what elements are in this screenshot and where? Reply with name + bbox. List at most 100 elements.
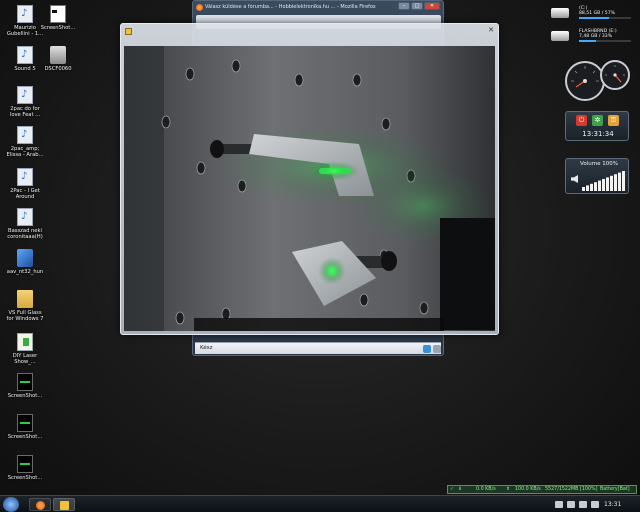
desktop-icon-label: DIY Laser Show_...	[12, 353, 38, 366]
close-button[interactable]: ✕	[424, 2, 440, 10]
clock-time: 13:31:34	[582, 130, 614, 138]
player-app-icon	[125, 28, 132, 35]
cpu-meter-gadget[interactable]	[563, 57, 633, 103]
icon-diy-laser-show[interactable]: DIY Laser Show_...	[3, 333, 47, 365]
laser-demo-video	[124, 46, 495, 331]
doc-file-icon	[17, 86, 33, 104]
maximize-button[interactable]: □	[411, 2, 423, 10]
desktop-icon-label: ScreenShot...	[7, 475, 43, 481]
lock-icon[interactable]: ⚿	[608, 115, 619, 126]
setup-file-icon	[17, 249, 33, 267]
resize-grip-icon[interactable]	[433, 345, 441, 353]
firefox-window-title: Válasz küldése a fórumba... - Hobbielekt…	[205, 4, 376, 10]
icon-screenshot-top[interactable]: ScreenShot...	[36, 5, 80, 31]
taskbar-clock[interactable]: 13:31	[604, 501, 621, 508]
desktop-icon-label: ScreenShot...	[7, 393, 43, 399]
status-text: Kész	[200, 345, 213, 351]
desktop-icon-label: aav_nt32_hun	[6, 269, 44, 275]
firefox-icon	[196, 4, 203, 11]
icon-dscf0060[interactable]: DSCF0060	[36, 46, 80, 72]
drive-usage-fill	[579, 17, 609, 19]
taskbar-media-player[interactable]	[53, 498, 75, 511]
tray-flag-icon[interactable]	[591, 501, 599, 508]
drive-usage-bar	[579, 17, 631, 19]
tray-arrow-icon[interactable]	[555, 501, 563, 508]
check-icon: ✓	[450, 487, 455, 492]
security-icon[interactable]	[423, 345, 431, 353]
flash-drive-icon	[551, 31, 569, 41]
volume-label: Volume 100%	[580, 161, 618, 167]
desktop-icon-label: 2pac do for love Feat ...	[9, 106, 41, 119]
drive-usage-bar	[579, 40, 631, 42]
icon-2pac-i-get-around[interactable]: 2Pac - I Get Around	[3, 168, 47, 200]
upload-speed: 100.0 KB/s	[515, 487, 541, 492]
drive-info: 88,51 GB / 57%	[579, 11, 616, 16]
volume-bar	[586, 185, 589, 191]
up-arrow-icon: ⬆	[506, 487, 511, 492]
desktop-icon-label: ScreenShot...	[7, 434, 43, 440]
shot-file-icon	[17, 414, 33, 432]
start-button[interactable]	[3, 497, 19, 512]
icon-screenshot-2[interactable]: ScreenShot...	[3, 414, 47, 440]
diy-file-icon	[17, 333, 33, 351]
download-speed: 0.0 KB/s	[476, 487, 496, 492]
gauge-icon	[565, 60, 630, 101]
desktop-icon-label: VS Full Glass for Windows 7	[6, 310, 44, 323]
network-meter-gadget[interactable]: ✓ ⬇ 0.0 KB/s ⬆ 100.0 KB/s 5527/1522MB [1…	[447, 485, 637, 494]
drive-gadget-e[interactable]: FLASHBRND (E:) 7,48 GB / 33%	[551, 29, 633, 43]
volume-bar	[594, 182, 597, 191]
volume-bar	[610, 175, 613, 191]
video-frame[interactable]	[124, 46, 495, 331]
desktop-icon-label: DSCF0060	[44, 66, 72, 72]
down-arrow-icon: ⬇	[458, 487, 463, 492]
doc-file-icon	[17, 208, 33, 226]
desktop-icon-label: 2Pac - I Get Around	[10, 188, 40, 201]
volume-gadget[interactable]: Volume 100%	[565, 158, 629, 194]
drive-gadget-c[interactable]: (C:) 88,51 GB / 57%	[551, 6, 633, 20]
memory-usage: 5527/1522MB	[545, 487, 579, 492]
doc-file-icon	[17, 168, 33, 186]
media-player-window[interactable]: ✕	[120, 23, 499, 335]
media-player-icon	[60, 501, 69, 510]
speaker-icon[interactable]	[571, 175, 578, 183]
volume-bar	[590, 183, 593, 191]
battery-label: Battery[Bat]	[600, 487, 630, 492]
player-close-button[interactable]: ✕	[488, 26, 494, 35]
firefox-status-bar: Kész	[195, 342, 441, 354]
folder-file-icon	[17, 290, 33, 308]
icon-2pac-amp-elissa[interactable]: 2pac_amp; Elissa - Arab...	[3, 126, 47, 158]
volume-bar	[598, 180, 601, 191]
icon-basszad-neki[interactable]: Basszad neki coronitaaa(H)	[3, 208, 47, 240]
power-icon[interactable]: ⏻	[576, 115, 587, 126]
battery-percent: [100%]	[580, 487, 598, 492]
shutdown-clock-gadget[interactable]: ⏻ ✲ ⚿ 13:31:34	[565, 111, 629, 141]
doc-file-icon	[17, 5, 33, 23]
tray-network-icon[interactable]	[567, 501, 575, 508]
shotw-file-icon	[50, 5, 66, 23]
taskbar: 13:31	[0, 495, 640, 512]
volume-bar	[606, 177, 609, 191]
icon-screenshot-3[interactable]: ScreenShot...	[3, 455, 47, 481]
restart-icon[interactable]: ✲	[592, 115, 603, 126]
drive-info: 7,48 GB / 33%	[579, 34, 613, 39]
icon-vs-full-glass[interactable]: VS Full Glass for Windows 7	[3, 290, 47, 322]
icon-screenshot-1[interactable]: ScreenShot...	[3, 373, 47, 399]
volume-bar	[582, 187, 585, 191]
desktop-icon-label: ScreenShot...	[40, 25, 76, 31]
volume-bar	[622, 171, 625, 191]
drive-file-icon	[50, 46, 66, 64]
volume-bar	[618, 172, 621, 191]
volume-level-bars[interactable]	[582, 169, 626, 191]
volume-bar	[614, 174, 617, 191]
shot-file-icon	[17, 455, 33, 473]
icon-aav-nt32-hun[interactable]: aav_nt32_hun	[3, 249, 47, 275]
drive-usage-fill	[579, 40, 597, 42]
hard-drive-icon	[551, 8, 569, 18]
icon-2pac-do-for-love[interactable]: 2pac do for love Feat ...	[3, 86, 47, 118]
tray-volume-icon[interactable]	[579, 501, 587, 508]
doc-file-icon	[17, 46, 33, 64]
desktop-icon-label: 2pac_amp; Elissa - Arab...	[6, 146, 44, 159]
doc-file-icon	[17, 126, 33, 144]
minimize-button[interactable]: –	[398, 2, 410, 10]
taskbar-firefox[interactable]	[29, 498, 51, 511]
